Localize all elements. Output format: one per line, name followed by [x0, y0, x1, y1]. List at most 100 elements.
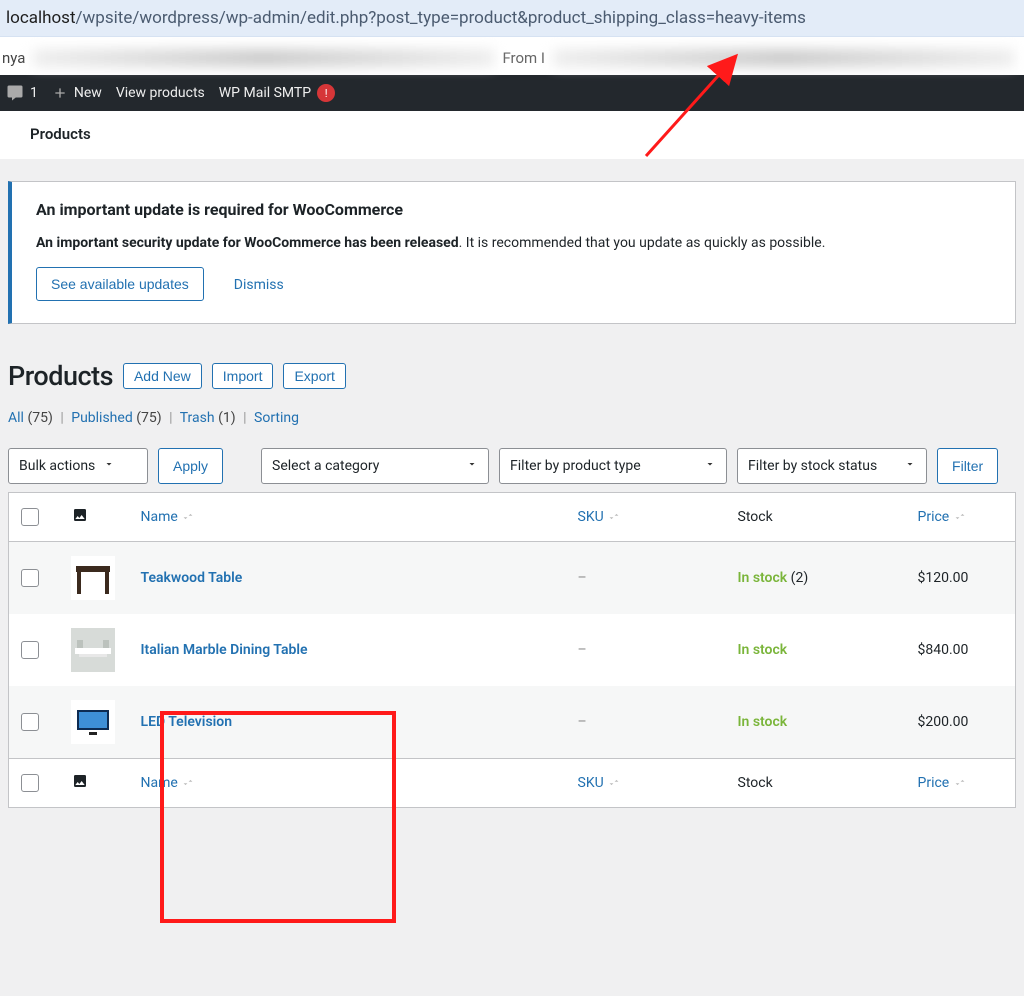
col-price-label: Price: [918, 509, 950, 525]
col-name[interactable]: Name: [129, 759, 566, 808]
select-all-checkbox[interactable]: [21, 508, 39, 526]
import-button[interactable]: Import: [212, 363, 274, 389]
stock-status-select[interactable]: Filter by stock status: [737, 448, 927, 484]
table-row: Teakwood Table – In stock (2) $120.00: [9, 542, 1016, 615]
view-products-label: View products: [116, 85, 205, 101]
products-table: Name SKU Stock Price Teakwood Table – In s…: [8, 492, 1016, 808]
heading-row: Products Add New Import Export: [8, 360, 1016, 392]
row-checkbox[interactable]: [21, 569, 39, 587]
blur-block: [553, 49, 1014, 67]
add-new-button[interactable]: Add New: [123, 363, 202, 389]
filter-published-count: (75): [136, 410, 161, 426]
sku-value: –: [578, 714, 587, 730]
filter-all[interactable]: All: [8, 410, 24, 426]
bulk-actions-label: Bulk actions: [19, 458, 95, 474]
col-stock: Stock: [726, 759, 906, 808]
chevron-down-icon: [904, 458, 916, 474]
image-column-icon: [71, 773, 89, 789]
separator: |: [243, 410, 246, 426]
product-name-link[interactable]: LED Television: [141, 714, 233, 730]
user-fragment: nya: [2, 49, 25, 67]
chevron-down-icon: [466, 458, 478, 474]
product-thumbnail: [71, 556, 115, 600]
thumb-cell[interactable]: [71, 628, 115, 672]
chevron-down-icon: [103, 458, 115, 474]
wp-mail-smtp-link[interactable]: WP Mail SMTP !: [219, 84, 335, 102]
filter-all-count: (75): [27, 410, 52, 426]
product-thumbnail: [71, 628, 115, 672]
plus-icon: [52, 85, 68, 101]
filter-trash-count: (1): [218, 410, 236, 426]
filter-published[interactable]: Published: [71, 410, 132, 426]
bulk-actions-select[interactable]: Bulk actions: [8, 448, 148, 484]
col-sku[interactable]: SKU: [566, 493, 726, 542]
notice-body-bold: An important security update for WooComm…: [36, 235, 459, 251]
sort-icon: [181, 775, 195, 791]
comment-icon: [6, 84, 24, 102]
page-heading: Products: [8, 360, 113, 392]
col-name[interactable]: Name: [129, 493, 566, 542]
col-sku-label: SKU: [578, 775, 604, 791]
browser-url-bar[interactable]: localhost/wpsite/wordpress/wp-admin/edit…: [0, 0, 1024, 37]
chevron-down-icon: [704, 458, 716, 474]
select-all-checkbox[interactable]: [21, 774, 39, 792]
stock-status-label: Filter by stock status: [748, 458, 877, 474]
sort-icon: [181, 509, 195, 525]
thumb-cell[interactable]: [71, 700, 115, 744]
wp-admin-bar: 1 New View products WP Mail SMTP !: [0, 75, 1024, 111]
comments-indicator[interactable]: 1: [6, 84, 38, 102]
export-button[interactable]: Export: [283, 363, 345, 389]
blur-block: [33, 49, 494, 67]
thumb-cell[interactable]: [71, 556, 115, 600]
col-sku-label: SKU: [578, 509, 604, 525]
stock-count: (2): [791, 570, 809, 586]
price-value: $120.00: [918, 570, 969, 586]
product-type-select[interactable]: Filter by product type: [499, 448, 727, 484]
col-price[interactable]: Price: [906, 493, 1016, 542]
sku-value: –: [578, 570, 587, 586]
stock-status: In stock: [738, 714, 788, 730]
table-header-row: Name SKU Stock Price: [9, 493, 1016, 542]
col-price-label: Price: [918, 775, 950, 791]
col-name-label: Name: [141, 509, 178, 525]
see-updates-button[interactable]: See available updates: [36, 267, 204, 301]
filter-button[interactable]: Filter: [937, 448, 998, 484]
view-products-link[interactable]: View products: [116, 85, 205, 101]
product-name-link[interactable]: Teakwood Table: [141, 570, 243, 586]
screen-title-bar: Products: [0, 111, 1024, 159]
url-host: localhost: [6, 8, 76, 28]
content-area: An important update is required for WooC…: [0, 159, 1024, 808]
notice-body-rest: . It is recommended that you update as q…: [459, 235, 826, 251]
dismiss-link[interactable]: Dismiss: [234, 277, 284, 293]
screen-title: Products: [30, 125, 91, 143]
product-name-link[interactable]: Italian Marble Dining Table: [141, 642, 308, 658]
notice-title: An important update is required for WooC…: [36, 200, 991, 219]
filter-trash[interactable]: Trash: [180, 410, 215, 426]
tablenav-top: Bulk actions Apply Select a category Fil…: [8, 448, 1016, 484]
separator: |: [60, 410, 63, 426]
mid-fragment: From I: [502, 49, 545, 67]
col-sku[interactable]: SKU: [566, 759, 726, 808]
image-column-icon: [71, 507, 89, 523]
new-menu[interactable]: New: [52, 85, 102, 101]
col-price[interactable]: Price: [906, 759, 1016, 808]
update-notice: An important update is required for WooC…: [8, 181, 1016, 324]
stock-status: In stock: [738, 570, 788, 586]
sort-icon: [607, 509, 621, 525]
apply-button[interactable]: Apply: [158, 448, 223, 484]
sort-icon: [953, 509, 967, 525]
comment-count: 1: [30, 85, 38, 101]
separator: |: [169, 410, 172, 426]
row-checkbox[interactable]: [21, 641, 39, 659]
table-footer-row: Name SKU Stock Price: [9, 759, 1016, 808]
alert-badge-icon: !: [317, 84, 335, 102]
status-filter-links: All (75) | Published (75) | Trash (1) | …: [8, 410, 1016, 426]
url-path: /wpsite/wordpress/wp-admin/edit.php?post…: [76, 8, 806, 28]
sort-icon: [607, 775, 621, 791]
category-select[interactable]: Select a category: [261, 448, 489, 484]
filter-sorting[interactable]: Sorting: [254, 410, 299, 426]
col-name-label: Name: [141, 775, 178, 791]
row-checkbox[interactable]: [21, 713, 39, 731]
table-row: Italian Marble Dining Table–In stock$840…: [9, 614, 1016, 686]
sort-icon: [953, 775, 967, 791]
